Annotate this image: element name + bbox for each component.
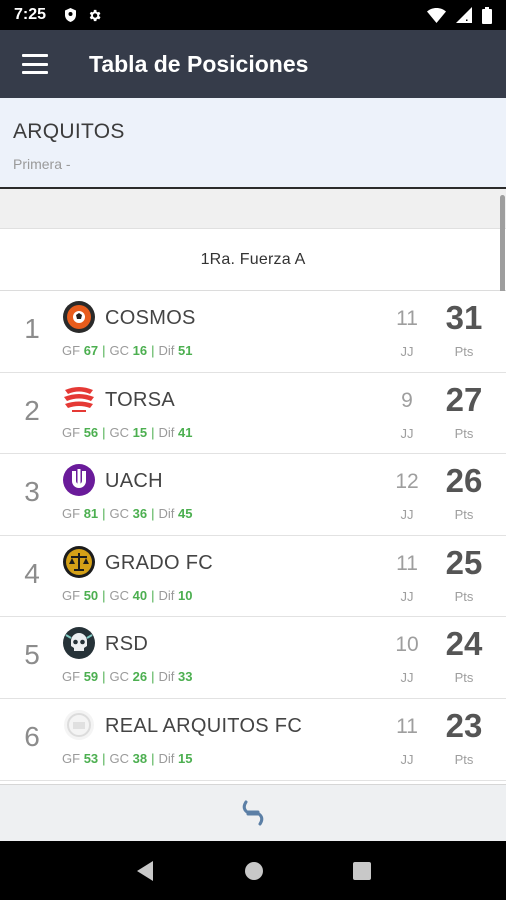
games-played-value: 11 (396, 714, 418, 738)
games-played-label: JJ (400, 425, 414, 441)
goal-stats: GF 59 | GC 26 | Dif 33 (62, 669, 193, 685)
rsd-skull-logo-icon (62, 626, 96, 660)
hamburger-menu-icon[interactable] (22, 54, 48, 74)
points-value: 24 (445, 625, 483, 663)
status-time: 7:25 (14, 6, 47, 23)
team-name: TORSA (105, 388, 176, 411)
points-value: 23 (445, 706, 483, 744)
goal-stats: GF 53 | GC 38 | Dif 15 (62, 750, 193, 766)
shield-icon (64, 8, 77, 22)
back-icon[interactable] (135, 860, 155, 882)
points-value: 27 (445, 380, 483, 418)
footer-bar (0, 784, 506, 841)
points-label: Pts (454, 507, 474, 523)
standings-list[interactable]: 1 COSMOS GF 67 | GC 16 | Dif 51 11 JJ 31 Pts… (0, 291, 506, 781)
points-label: Pts (454, 670, 474, 686)
home-icon[interactable] (244, 861, 264, 881)
games-played-value: 11 (396, 551, 418, 575)
points-label: Pts (454, 344, 474, 359)
points-label: Pts (454, 588, 474, 604)
cell-signal-icon (456, 7, 472, 23)
games-played-label: JJ (400, 344, 414, 359)
goal-stats: GF 67 | GC 16 | Dif 51 (62, 343, 193, 358)
points-value: 25 (445, 543, 483, 581)
team-header: ARQUITOS Primera - (0, 98, 506, 189)
standing-row[interactable]: 4 GRADO FC GF 50 | GC 40 | Dif 10 11 JJ 25 P… (0, 535, 506, 618)
position-number: 5 (24, 639, 40, 671)
app-bar: Tabla de Posiciones (0, 30, 506, 98)
battery-icon (482, 6, 492, 24)
games-played-value: 11 (396, 307, 418, 330)
real-arquitos-logo-icon (62, 708, 96, 742)
team-name: GRADO FC (105, 551, 213, 574)
goal-stats: GF 56 | GC 15 | Dif 41 (62, 424, 193, 440)
position-number: 2 (24, 394, 40, 426)
team-name: REAL ARQUITOS FC (105, 714, 303, 737)
team-name: ARQUITOS (13, 120, 125, 143)
uach-purple-logo-icon (62, 463, 96, 497)
games-played-value: 12 (395, 470, 419, 494)
points-label: Pts (454, 751, 474, 767)
position-number: 6 (24, 720, 40, 752)
settings-gear-icon (87, 8, 102, 23)
system-nav-bar (0, 841, 506, 900)
games-played-label: JJ (400, 588, 414, 604)
position-number: 4 (24, 557, 40, 589)
torsa-red-logo-icon (62, 382, 96, 416)
goal-stats: GF 50 | GC 40 | Dif 10 (62, 587, 193, 603)
cosmos-ball-logo-icon (62, 300, 96, 334)
spacer-band (0, 189, 506, 228)
position-number: 3 (24, 476, 40, 508)
standing-row[interactable]: 5 RSD GF 59 | GC 26 | Dif 33 10 JJ 24 Pts (0, 617, 506, 699)
standing-row[interactable]: 2 TORSA GF 56 | GC 15 | Dif 41 9 JJ 27 Pts (0, 372, 506, 455)
app-logo-icon[interactable] (238, 798, 268, 828)
games-played-value: 9 (401, 388, 413, 412)
points-value: 26 (445, 462, 483, 500)
page-title: Tabla de Posiciones (89, 50, 309, 77)
team-name: RSD (105, 633, 149, 656)
games-played-value: 10 (395, 633, 419, 657)
team-name: COSMOS (105, 307, 196, 329)
games-played-label: JJ (400, 507, 414, 523)
status-bar: 7:25 (0, 0, 506, 30)
division-title: 1Ra. Fuerza A (200, 250, 306, 268)
recents-icon[interactable] (353, 861, 372, 880)
division-header: 1Ra. Fuerza A (0, 228, 506, 291)
grado-scales-logo-icon (62, 545, 96, 579)
points-value: 31 (445, 299, 483, 336)
position-number: 1 (24, 313, 40, 344)
games-played-label: JJ (400, 751, 414, 767)
standing-row[interactable]: 3 UACH GF 81 | GC 36 | Dif 45 12 JJ 26 Pts (0, 454, 506, 536)
team-name: UACH (105, 470, 163, 493)
wifi-icon (427, 7, 446, 23)
points-label: Pts (454, 425, 474, 441)
goal-stats: GF 81 | GC 36 | Dif 45 (62, 506, 193, 522)
games-played-label: JJ (400, 670, 414, 686)
standing-row[interactable]: 1 COSMOS GF 67 | GC 16 | Dif 51 11 JJ 31 Pts (0, 291, 506, 373)
team-subtitle: Primera - (13, 156, 71, 172)
standing-row[interactable]: 6 REAL ARQUITOS FC GF 53 | GC 38 | Dif 15 11… (0, 698, 506, 781)
